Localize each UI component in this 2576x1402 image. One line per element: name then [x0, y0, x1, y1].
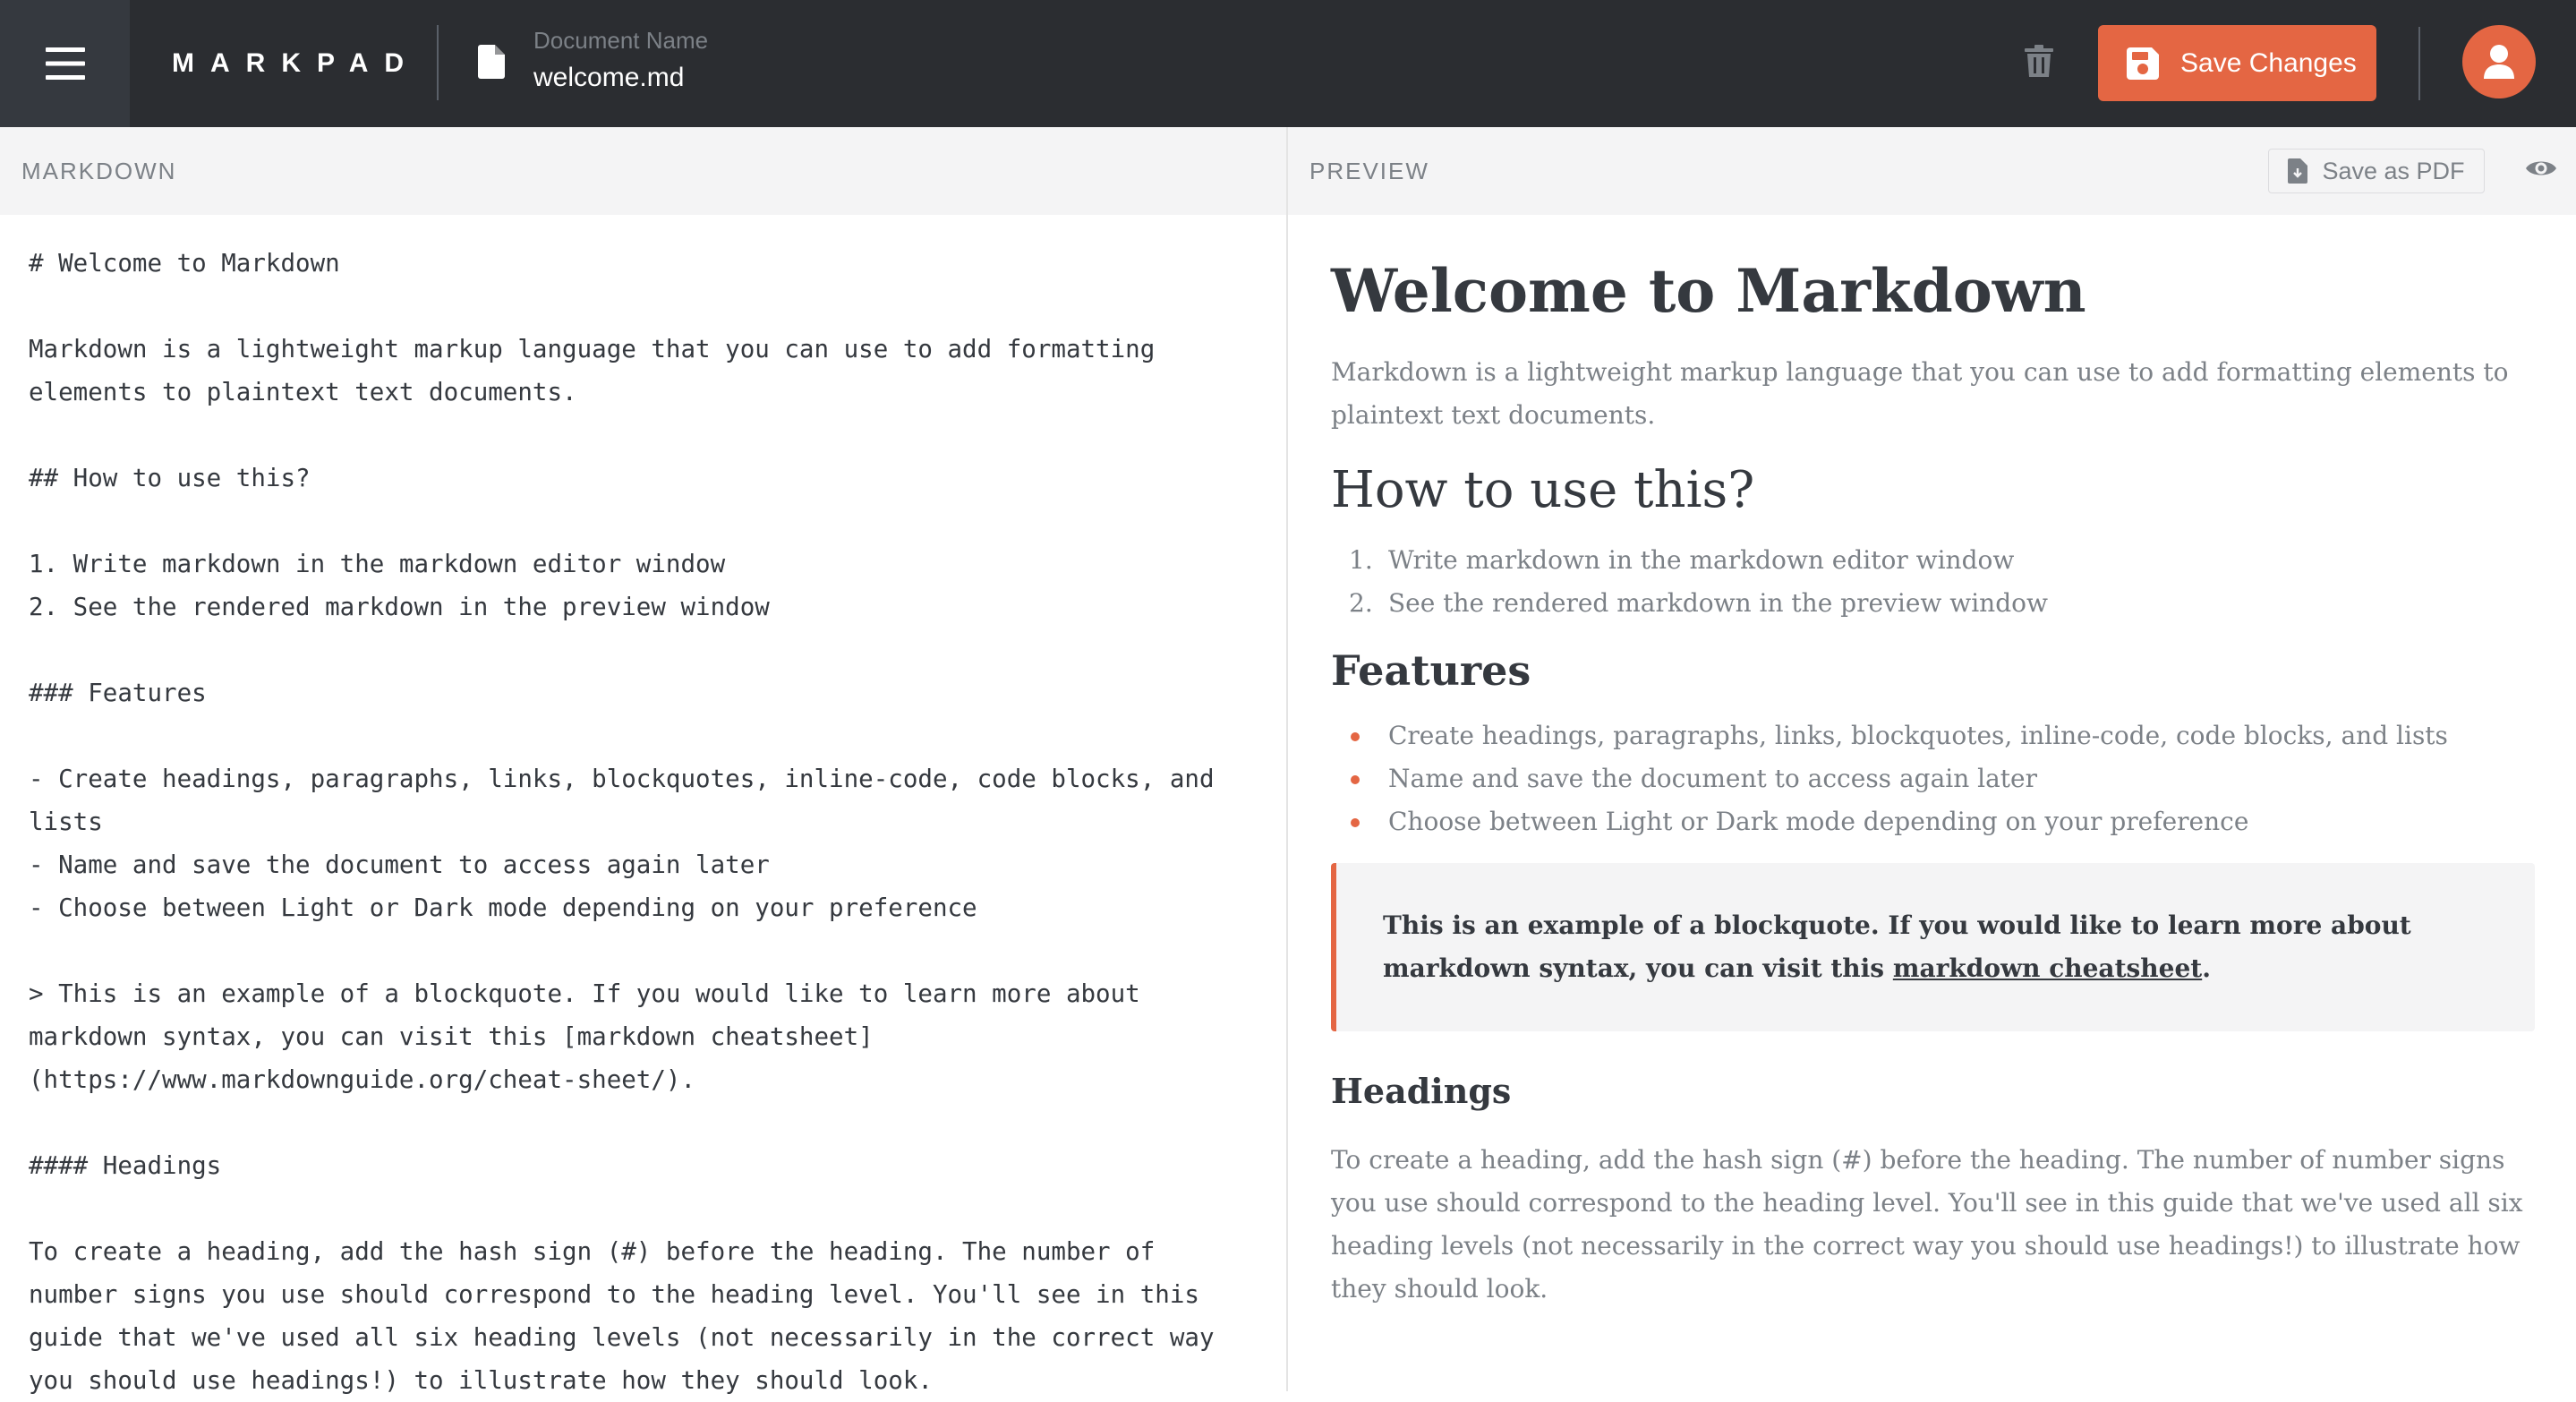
markdown-pane-title: MARKDOWN [21, 158, 177, 184]
editor-line: ## How to use this? [29, 464, 311, 492]
blockquote-text-end: . [2202, 953, 2211, 983]
eye-icon[interactable] [2526, 158, 2556, 179]
preview-heading-2: How to use this? [1331, 461, 1755, 519]
markdown-editor[interactable]: # Welcome to Markdown Markdown is a light… [29, 242, 1264, 1402]
bullet-dot [1351, 818, 1360, 827]
editor-line: lists [29, 808, 103, 836]
editor-line: elements to plaintext text documents. [29, 378, 577, 406]
editor-line: - Choose between Light or Dark mode depe… [29, 893, 977, 922]
editor-line: number signs you use should correspond t… [29, 1280, 1199, 1309]
menu-icon [45, 47, 85, 80]
user-icon [2484, 45, 2514, 79]
list-number: 2. [1349, 588, 1373, 618]
document-name-label: Document Name [533, 27, 709, 54]
preview-ordered-list: 1. Write markdown in the markdown editor… [1331, 539, 2535, 625]
bullet-dot [1351, 775, 1360, 784]
list-item: Choose between Light or Dark mode depend… [1331, 800, 2535, 843]
top-bar: MARKPAD Document Name Save Changes [0, 0, 2576, 127]
save-as-pdf-button[interactable]: Save as PDF [2268, 149, 2485, 193]
trash-icon[interactable] [2025, 45, 2053, 77]
editor-line: 1. Write markdown in the markdown editor… [29, 550, 726, 578]
document-name-input[interactable] [533, 63, 891, 93]
preview-heading-1: Welcome to Markdown [1331, 256, 2086, 326]
editor-line: markdown syntax, you can visit this [mar… [29, 1022, 874, 1051]
editor-line: ### Features [29, 679, 207, 707]
preview-content: Welcome to Markdown Markdown is a lightw… [1331, 251, 2535, 1311]
pane-divider[interactable] [1286, 127, 1288, 1391]
editor-line: you should use headings!) to illustrate … [29, 1366, 933, 1395]
list-item-text: Create headings, paragraphs, links, bloc… [1388, 721, 2448, 750]
divider [437, 25, 439, 100]
editor-line: guide that we've used all six heading le… [29, 1323, 1215, 1352]
preview-intro-paragraph: Markdown is a lightweight markup languag… [1331, 357, 2509, 430]
pdf-file-icon [2288, 158, 2308, 184]
list-item: Name and save the document to access aga… [1331, 757, 2535, 800]
save-changes-button[interactable]: Save Changes [2098, 25, 2376, 101]
markdown-pane-header: MARKDOWN [0, 127, 1286, 215]
app-logo: MARKPAD [172, 48, 421, 78]
list-item-text: Choose between Light or Dark mode depend… [1388, 807, 2249, 836]
list-item-text: Write markdown in the markdown editor wi… [1388, 545, 2015, 575]
preview-heading-3: Features [1331, 646, 1531, 695]
preview-bullet-list: Create headings, paragraphs, links, bloc… [1331, 714, 2535, 843]
preview-heading-4: Headings [1331, 1071, 1512, 1111]
save-icon [2127, 47, 2159, 80]
preview-blockquote: This is an example of a blockquote. If y… [1331, 863, 2535, 1031]
editor-line: 2. See the rendered markdown in the prev… [29, 593, 770, 621]
list-item-text: Name and save the document to access aga… [1388, 764, 2038, 793]
save-changes-label: Save Changes [2180, 47, 2357, 78]
preview-pane-title: PREVIEW [1309, 158, 1429, 184]
editor-line: To create a heading, add the hash sign (… [29, 1237, 1156, 1266]
list-item-text: See the rendered markdown in the preview… [1388, 588, 2048, 618]
editor-line: #### Headings [29, 1151, 222, 1180]
editor-line: - Name and save the document to access a… [29, 851, 770, 879]
list-item: 1. Write markdown in the markdown editor… [1331, 539, 2535, 582]
list-item: 2. See the rendered markdown in the prev… [1331, 582, 2535, 625]
editor-line: (https://www.markdownguide.org/cheat-she… [29, 1065, 696, 1094]
editor-line: Markdown is a lightweight markup languag… [29, 335, 1156, 363]
list-number: 1. [1349, 545, 1373, 575]
bullet-dot [1351, 732, 1360, 741]
menu-button[interactable] [0, 0, 130, 127]
save-as-pdf-label: Save as PDF [2322, 157, 2465, 184]
list-item: Create headings, paragraphs, links, bloc… [1331, 714, 2535, 757]
editor-line: > This is an example of a blockquote. If… [29, 979, 1140, 1008]
avatar[interactable] [2462, 25, 2536, 98]
divider [2418, 27, 2420, 100]
editor-line: # Welcome to Markdown [29, 249, 340, 278]
markdown-cheatsheet-link[interactable]: markdown cheatsheet [1893, 953, 2202, 983]
preview-headings-paragraph: To create a heading, add the hash sign (… [1331, 1145, 2523, 1304]
editor-line: - Create headings, paragraphs, links, bl… [29, 765, 1215, 793]
document-icon [478, 45, 505, 79]
